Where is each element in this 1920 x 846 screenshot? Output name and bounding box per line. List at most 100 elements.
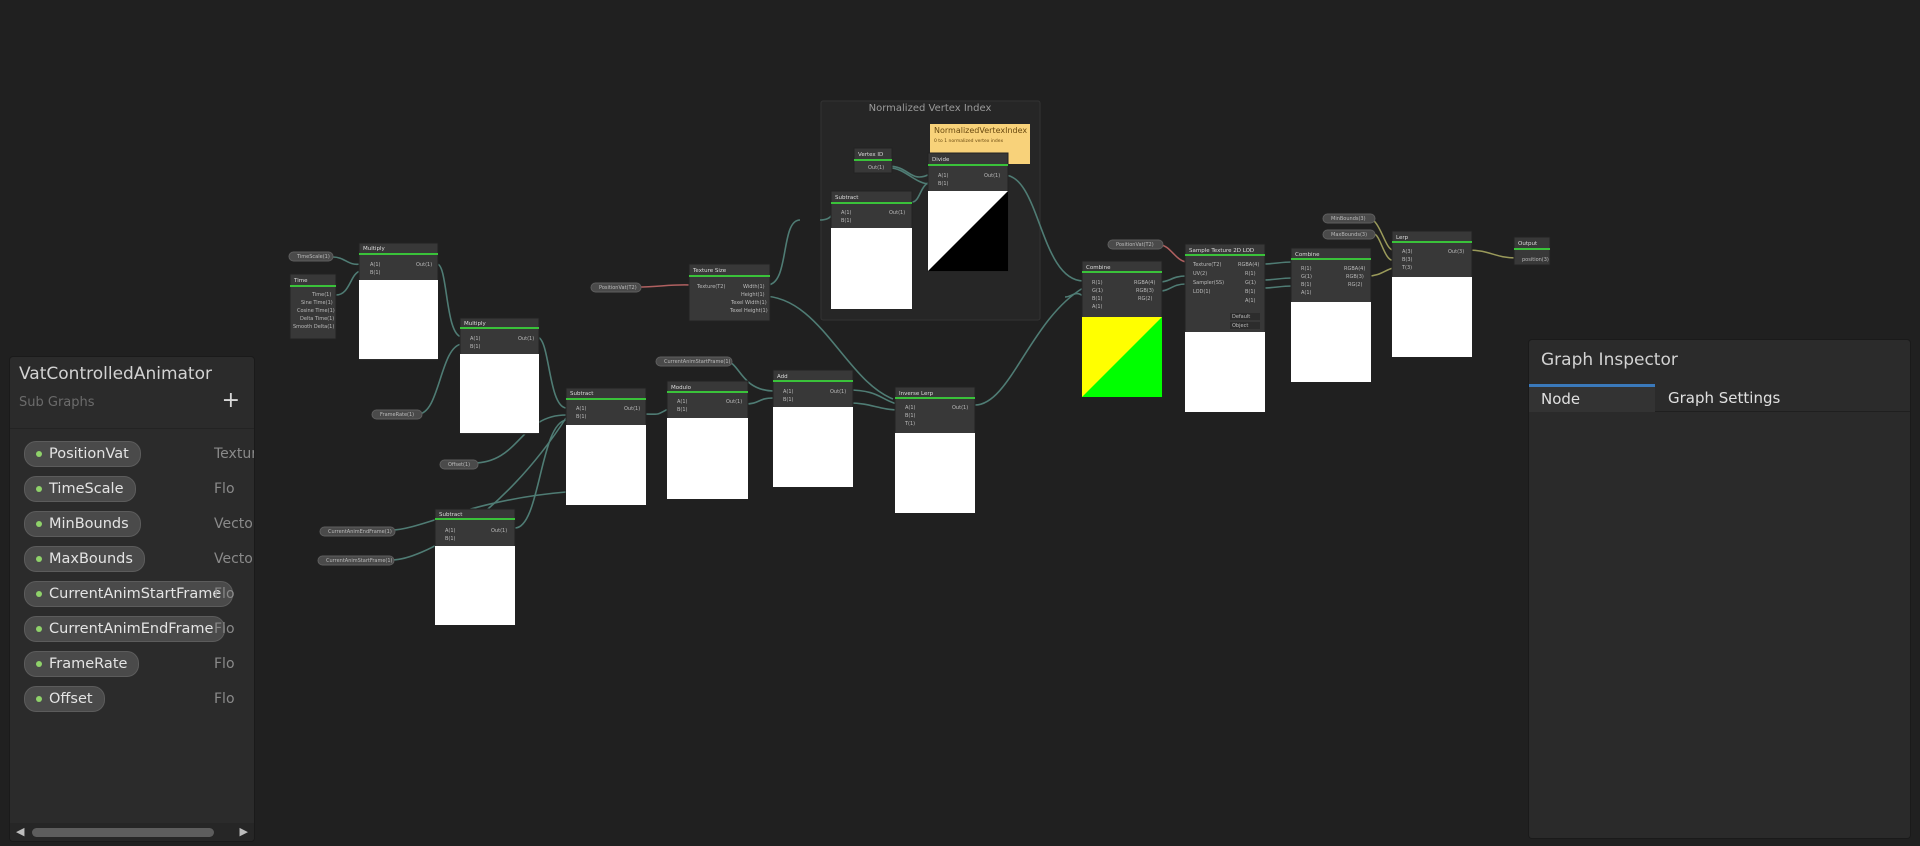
node-combine[interactable]: Combine R(1) G(1) B(1) A(1) RGBA(4) RGB(… (1081, 260, 1163, 398)
property-pill[interactable]: MinBounds (24, 511, 141, 537)
svg-text:Texture(T2): Texture(T2) (1192, 262, 1221, 268)
svg-text:RGB(3): RGB(3) (1346, 274, 1364, 280)
scrollbar-thumb[interactable] (32, 828, 214, 837)
chip-position-vat: PositionVat(T2) (599, 285, 637, 291)
property-type: Vecto (214, 551, 253, 567)
property-row[interactable]: MinBounds Vecto (10, 507, 254, 542)
node-modulo[interactable]: Modulo A(1) B(1) Out(1) (666, 380, 749, 500)
property-name: PositionVat (49, 446, 129, 462)
svg-text:Out(1): Out(1) (518, 336, 534, 342)
property-type: Texture (214, 446, 254, 462)
svg-text:position(3): position(3) (1522, 257, 1549, 263)
svg-text:Sampler(SS): Sampler(SS) (1193, 280, 1224, 286)
node-vertex-id[interactable]: Vertex ID Out(1) (853, 147, 893, 174)
svg-text:Lerp: Lerp (1396, 235, 1409, 241)
svg-text:Subtract: Subtract (570, 391, 594, 397)
sticky-note-title: NormalizedVertexIndex (934, 126, 1027, 135)
svg-text:A(1): A(1) (445, 528, 456, 534)
divider (10, 428, 254, 429)
svg-text:RGBA(4): RGBA(4) (1238, 262, 1259, 268)
property-pill[interactable]: FrameRate (24, 651, 140, 677)
svg-text:Combine: Combine (1086, 265, 1111, 271)
property-type: Flo (214, 691, 235, 707)
blackboard-panel: VatControlledAnimator Sub Graphs + Posit… (9, 356, 255, 842)
property-row[interactable]: CurrentAnimStartFrame Flo (10, 577, 254, 612)
node-output[interactable]: Output position(3) (1513, 236, 1551, 266)
property-name: Offset (49, 691, 93, 707)
node-sample-texture-2d-lod[interactable]: Sample Texture 2D LOD Texture(T2) UV(2) … (1184, 243, 1266, 413)
node-divide[interactable]: Divide A(1) B(1) Out(1) (927, 152, 1009, 272)
node-time[interactable]: Time Time(1) Sine Time(1) Cosine Time(1)… (289, 273, 337, 340)
chip-current-anim-end-frame: CurrentAnimEndFrame(1) (328, 529, 392, 535)
svg-text:G(1): G(1) (1301, 274, 1312, 280)
svg-text:B(1): B(1) (677, 407, 688, 413)
svg-text:Out(1): Out(1) (491, 528, 507, 534)
svg-text:Time: Time (293, 278, 308, 284)
property-row[interactable]: CurrentAnimEndFrame Flo (10, 612, 254, 647)
svg-text:A(1): A(1) (841, 210, 852, 216)
property-pill[interactable]: TimeScale (24, 476, 136, 502)
svg-text:Delta Time(1): Delta Time(1) (300, 316, 334, 322)
node-subtract-2[interactable]: Subtract A(1) B(1) Out(1) (434, 508, 516, 626)
scroll-right-icon[interactable]: ▶ (240, 825, 248, 838)
node-texture-size[interactable]: Texture Size Texture(T2) Width(1) Height… (688, 263, 771, 322)
property-row[interactable]: TimeScale Flo (10, 472, 254, 507)
svg-text:B(1): B(1) (938, 181, 949, 187)
inspector-body (1529, 412, 1910, 838)
svg-text:Out(1): Out(1) (726, 399, 742, 405)
property-row[interactable]: Offset Flo (10, 682, 254, 717)
svg-text:Multiply: Multiply (464, 321, 486, 327)
svg-text:Out(1): Out(1) (830, 389, 846, 395)
exposed-dot-icon (36, 451, 42, 457)
property-pill[interactable]: PositionVat (24, 441, 141, 467)
exposed-dot-icon (36, 521, 42, 527)
svg-text:Out(1): Out(1) (889, 210, 905, 216)
exposed-dot-icon (36, 486, 42, 492)
scroll-left-icon[interactable]: ◀ (16, 825, 24, 838)
svg-text:A(1): A(1) (783, 389, 794, 395)
svg-text:T(1): T(1) (904, 421, 915, 427)
property-pill[interactable]: CurrentAnimStartFrame (24, 581, 234, 607)
node-inverse-lerp[interactable]: Inverse Lerp A(1) B(1) T(1) Out(1) (894, 386, 976, 514)
svg-text:A(1): A(1) (470, 336, 481, 342)
svg-text:Inverse Lerp: Inverse Lerp (899, 391, 934, 397)
property-row[interactable]: PositionVat Texture (10, 437, 254, 472)
node-add[interactable]: Add A(1) B(1) Out(1) (772, 369, 854, 488)
svg-text:Modulo: Modulo (671, 385, 692, 391)
svg-text:A(3): A(3) (1402, 249, 1413, 255)
tab-node-settings[interactable]: Node Settings (1529, 384, 1655, 433)
horizontal-scrollbar[interactable]: ◀ ▶ (10, 823, 254, 841)
inspector-title: Graph Inspector (1541, 350, 1678, 370)
property-pill[interactable]: Offset (24, 686, 105, 712)
node-multiply-2[interactable]: Multiply A(1) B(1) Out(1) (459, 317, 540, 435)
svg-text:Texel Height(1): Texel Height(1) (729, 308, 768, 314)
node-multiply[interactable]: Multiply A(1) B(1) Out(1) (358, 242, 439, 361)
svg-text:B(1): B(1) (445, 536, 456, 542)
svg-text:A(1): A(1) (677, 399, 688, 405)
chip-offset: Offset(1) (448, 462, 470, 468)
chip-position-vat-2: PositionVat(T2) (1116, 242, 1154, 248)
svg-text:Sine Time(1): Sine Time(1) (301, 300, 333, 306)
property-pill[interactable]: CurrentAnimEndFrame (24, 616, 226, 642)
tab-graph-settings[interactable]: Graph Settings (1656, 384, 1792, 411)
svg-text:Time(1): Time(1) (311, 292, 331, 298)
svg-text:RGB(3): RGB(3) (1136, 288, 1154, 294)
svg-text:A(1): A(1) (905, 405, 916, 411)
property-row[interactable]: MaxBounds Vecto (10, 542, 254, 577)
exposed-dot-icon (36, 591, 42, 597)
svg-text:Out(1): Out(1) (952, 405, 968, 411)
property-name: MinBounds (49, 516, 129, 532)
property-type: Flo (214, 586, 235, 602)
node-subtract-3[interactable]: Subtract A(1) B(1) Out(1) (830, 190, 913, 310)
node-subtract[interactable]: Subtract A(1) B(1) Out(1) (565, 387, 647, 506)
property-row[interactable]: FrameRate Flo (10, 647, 254, 682)
node-combine-2[interactable]: Combine R(1) G(1) B(1) A(1) RGBA(4) RGB(… (1290, 247, 1372, 383)
svg-text:Texel Width(1): Texel Width(1) (730, 300, 767, 306)
property-pill[interactable]: MaxBounds (24, 546, 145, 572)
svg-text:Vertex ID: Vertex ID (858, 152, 883, 158)
svg-text:Subtract: Subtract (439, 512, 463, 518)
node-lerp[interactable]: Lerp A(3) B(3) T(3) Out(3) (1391, 230, 1473, 358)
plus-icon[interactable]: + (222, 390, 240, 412)
svg-text:G(1): G(1) (1245, 280, 1256, 286)
blackboard-title: VatControlledAnimator (19, 364, 212, 384)
